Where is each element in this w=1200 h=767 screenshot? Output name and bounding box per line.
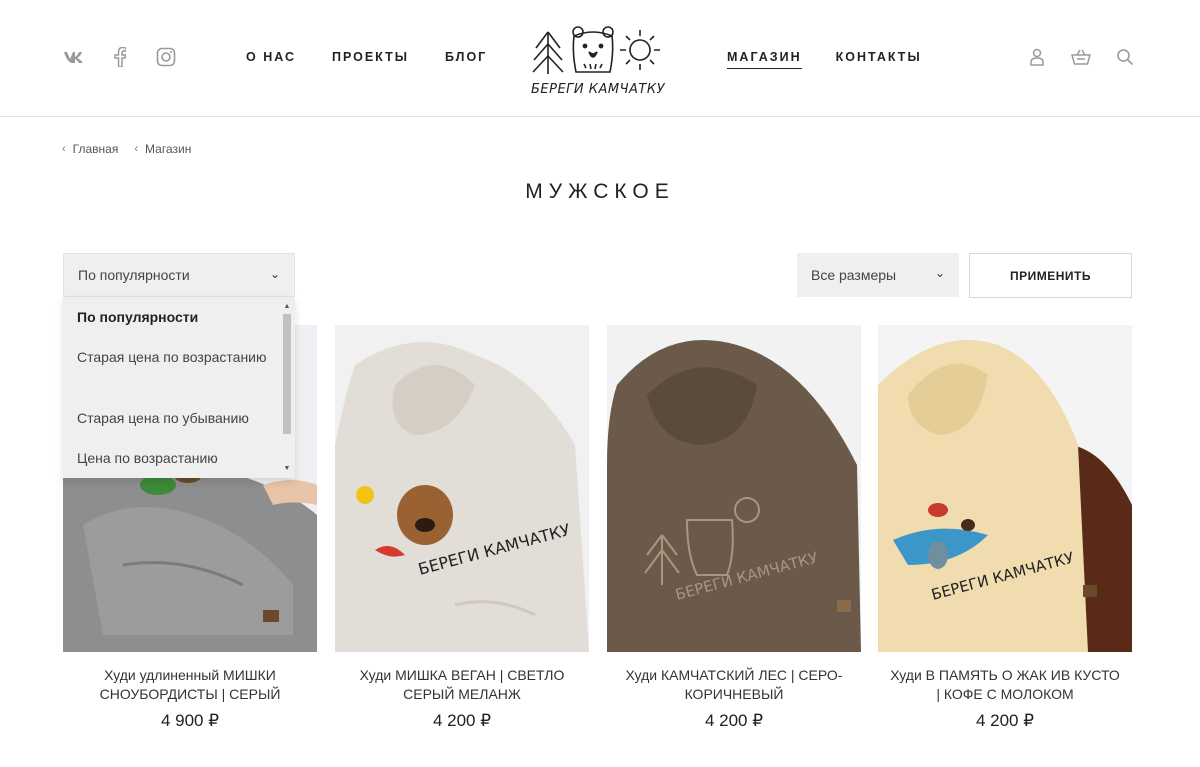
product-price: 4 900 ₽	[160, 711, 220, 730]
product-name[interactable]: Худи МИШКА ВЕГАН | СВЕТЛО СЕРЫЙ МЕЛАНЖ	[335, 666, 589, 704]
nav-projects[interactable]: ПРОЕКТЫ	[332, 50, 409, 68]
size-select[interactable]: Все размеры ⌄	[797, 253, 959, 297]
chevron-left-icon: ‹	[62, 143, 66, 155]
nav-contacts[interactable]: КОНТАКТЫ	[836, 50, 922, 69]
page-title: МУЖСКОЕ	[525, 180, 675, 203]
size-selected-value: Все размеры	[811, 267, 897, 283]
product-name[interactable]: Худи удлиненный МИШКИ СНОУБОРДИСТЫ | СЕР…	[63, 666, 317, 704]
scroll-down-arrow-icon[interactable]: ▼	[282, 464, 292, 474]
product-price: 4 200 ₽	[704, 711, 764, 730]
product-price: 4 200 ₽	[975, 711, 1035, 730]
nav-about[interactable]: О НАС	[246, 50, 296, 68]
product-name[interactable]: Худи КАМЧАТСКИЙ ЛЕС | СЕРО-КОРИЧНЕВЫЙ	[607, 666, 861, 704]
user-actions	[1026, 46, 1136, 68]
breadcrumb-shop[interactable]: ‹ Магазин	[134, 142, 191, 156]
nav-shop[interactable]: МАГАЗИН	[727, 50, 802, 69]
product-name[interactable]: Худи В ПАМЯТЬ О ЖАК ИВ КУСТО | КОФЕ С МО…	[878, 666, 1132, 704]
scroll-thumb[interactable]	[283, 314, 291, 434]
apply-button[interactable]: ПРИМЕНИТЬ	[969, 253, 1132, 298]
logo-text: БЕРЕГИ КАМЧАТКУ	[530, 82, 666, 97]
user-icon[interactable]	[1026, 46, 1048, 68]
breadcrumb: ‹ Главная ‹ Магазин	[62, 142, 191, 156]
instagram-icon[interactable]	[154, 46, 178, 68]
product-card[interactable]: БЕРЕГИ КАМЧАТКУ Худи В ПАМЯТЬ О ЖАК ИВ К…	[878, 325, 1132, 731]
chevron-down-icon: ⌄	[934, 266, 945, 280]
dropdown-scrollbar[interactable]: ▲ ▼	[282, 302, 292, 474]
sort-option[interactable]: Старая цена по убыванию	[77, 408, 267, 429]
sort-dropdown-list: По популярности Старая цена по возрастан…	[63, 297, 295, 478]
sort-option[interactable]: Старая цена по возрастанию	[77, 347, 267, 368]
sort-option[interactable]: По популярности	[77, 307, 267, 328]
product-image[interactable]: БЕРЕГИ КАМЧАТКУ	[607, 325, 861, 652]
sort-select[interactable]: По популярности ⌄	[63, 253, 295, 297]
search-icon[interactable]	[1114, 46, 1136, 68]
chevron-down-icon: ⌄	[269, 267, 280, 281]
sort-option[interactable]: Цена по возрастанию	[77, 448, 267, 469]
cart-icon[interactable]	[1070, 46, 1092, 68]
chevron-left-icon: ‹	[134, 143, 139, 155]
sort-selected-value: По популярности	[78, 267, 190, 283]
product-card[interactable]: БЕРЕГИ КАМЧАТКУ Худи КАМЧАТСКИЙ ЛЕС | СЕ…	[607, 325, 861, 731]
site-logo[interactable]: БЕРЕГИ КАМЧАТКУ	[528, 22, 668, 102]
product-image[interactable]: БЕРЕГИ КАМЧАТКУ	[335, 325, 589, 652]
facebook-icon[interactable]	[108, 46, 132, 68]
product-card[interactable]: БЕРЕГИ КАМЧАТКУ Худи МИШКА ВЕГАН | СВЕТЛ…	[335, 325, 589, 731]
site-header: О НАС ПРОЕКТЫ БЛОГ БЕРЕГИ КАМЧАТКУ МАГАЗ…	[0, 0, 1200, 117]
nav-blog[interactable]: БЛОГ	[445, 50, 487, 68]
social-links	[62, 46, 178, 68]
breadcrumb-home[interactable]: ‹ Главная	[62, 142, 118, 156]
main-nav-left: О НАС ПРОЕКТЫ БЛОГ	[246, 50, 487, 68]
product-image[interactable]: БЕРЕГИ КАМЧАТКУ	[878, 325, 1132, 652]
product-price: 4 200 ₽	[432, 711, 492, 730]
vk-icon[interactable]	[62, 46, 86, 68]
main-nav-right: МАГАЗИН КОНТАКТЫ	[727, 50, 922, 69]
scroll-up-arrow-icon[interactable]: ▲	[282, 302, 292, 312]
